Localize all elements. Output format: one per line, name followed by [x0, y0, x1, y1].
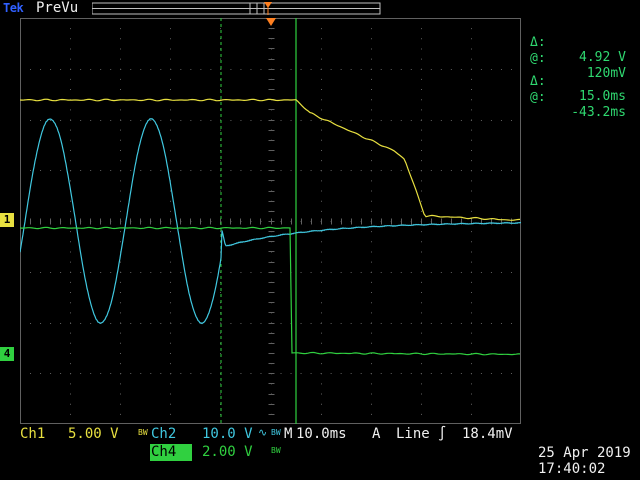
top-status-bar: Tek PreVu — [0, 0, 640, 20]
ch1-label[interactable]: Ch1 — [20, 426, 45, 442]
time-text: 17:40:02 — [538, 461, 606, 477]
ch4-ground-marker[interactable]: 4 — [0, 347, 14, 361]
ch4-scale[interactable]: 2.00 V — [202, 444, 253, 460]
ch4-trace — [20, 226, 520, 356]
ch4-bandwidth-icon: BW — [271, 446, 281, 455]
acquisition-mode: PreVu — [36, 0, 79, 16]
ch2-coupling-icon: ∿ — [258, 426, 268, 439]
trigger-slope-icon: ∫ — [438, 426, 447, 442]
trigger-level[interactable]: 18.4mV — [462, 426, 513, 442]
voltage-at-readout: @: 120mV — [530, 51, 626, 81]
ch4-label[interactable]: Ch4 — [151, 444, 176, 460]
trigger-label: A — [372, 426, 381, 442]
timebase-value[interactable]: 10.0ms — [296, 426, 347, 442]
brand-logo: Tek — [3, 1, 24, 15]
trigger-source[interactable]: Line — [396, 426, 430, 442]
graticule — [20, 18, 521, 424]
ch1-trace — [20, 98, 521, 221]
ch2-bandwidth-icon: BW — [271, 428, 281, 437]
ch2-label[interactable]: Ch2 — [151, 426, 176, 442]
date-time: 25 Apr 2019 17:40:02 — [538, 445, 631, 477]
timebase-label: M — [284, 426, 293, 442]
ch1-ground-marker[interactable]: 1 — [0, 213, 14, 227]
cursor-readouts: Δ: 4.92 V @: 120mV Δ: 15.0ms @: -43.2ms — [528, 18, 640, 120]
record-position-indicator[interactable] — [92, 2, 382, 16]
time-delta-readout: Δ: 15.0ms — [530, 74, 626, 104]
ch2-scale[interactable]: 10.0 V — [202, 426, 253, 442]
date-text: 25 Apr 2019 — [538, 445, 631, 461]
voltage-delta-readout: Δ: 4.92 V — [530, 35, 626, 65]
trigger-position-marker[interactable] — [266, 18, 276, 26]
ch1-scale[interactable]: 5.00 V — [68, 426, 119, 442]
waveform-display[interactable] — [20, 18, 521, 424]
time-at-readout: @: -43.2ms — [530, 90, 626, 120]
ch1-bandwidth-icon: BW — [138, 428, 148, 437]
